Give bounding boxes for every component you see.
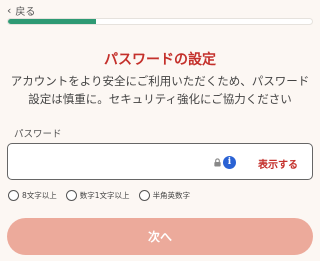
- requirement-min-length: 8文字以上: [8, 190, 57, 201]
- requirement-indicator: [65, 190, 77, 201]
- show-password-button[interactable]: 表示する: [258, 156, 298, 171]
- password-requirements: 8文字以上 数字1文字以上 半角英数字: [8, 190, 190, 201]
- next-button[interactable]: 次へ: [7, 218, 313, 255]
- password-input[interactable]: [16, 152, 206, 172]
- requirement-label: 8文字以上: [22, 191, 57, 200]
- requirement-digit: 数字1文字以上: [65, 190, 130, 201]
- back-button[interactable]: ‹ 戻る: [7, 3, 35, 18]
- info-icon[interactable]: i: [223, 156, 236, 169]
- password-label: パスワード: [14, 129, 62, 140]
- requirement-indicator: [8, 190, 19, 201]
- chevron-left-icon: ‹: [7, 4, 12, 17]
- requirement-indicator: [138, 190, 150, 201]
- lock-icon: [214, 158, 221, 167]
- requirement-label: 半角英数字: [152, 191, 191, 200]
- description-line-1: アカウントをより安全にご利用いただくため、パスワード: [10, 74, 310, 88]
- requirement-label: 数字1文字以上: [79, 191, 130, 200]
- back-label: 戻る: [15, 7, 36, 18]
- progress-fill: [8, 19, 97, 24]
- page-title: パスワードの設定: [104, 52, 216, 68]
- progress-bar: [7, 18, 313, 25]
- password-field-container: i 表示する: [7, 143, 313, 180]
- requirement-alphanumeric: 半角英数字: [138, 190, 191, 201]
- description: アカウントをより安全にご利用いただくため、パスワード 設定は慎重に。セキュリティ…: [0, 72, 320, 108]
- description-line-2: 設定は慎重に。セキュリティ強化にご協力ください: [28, 92, 292, 106]
